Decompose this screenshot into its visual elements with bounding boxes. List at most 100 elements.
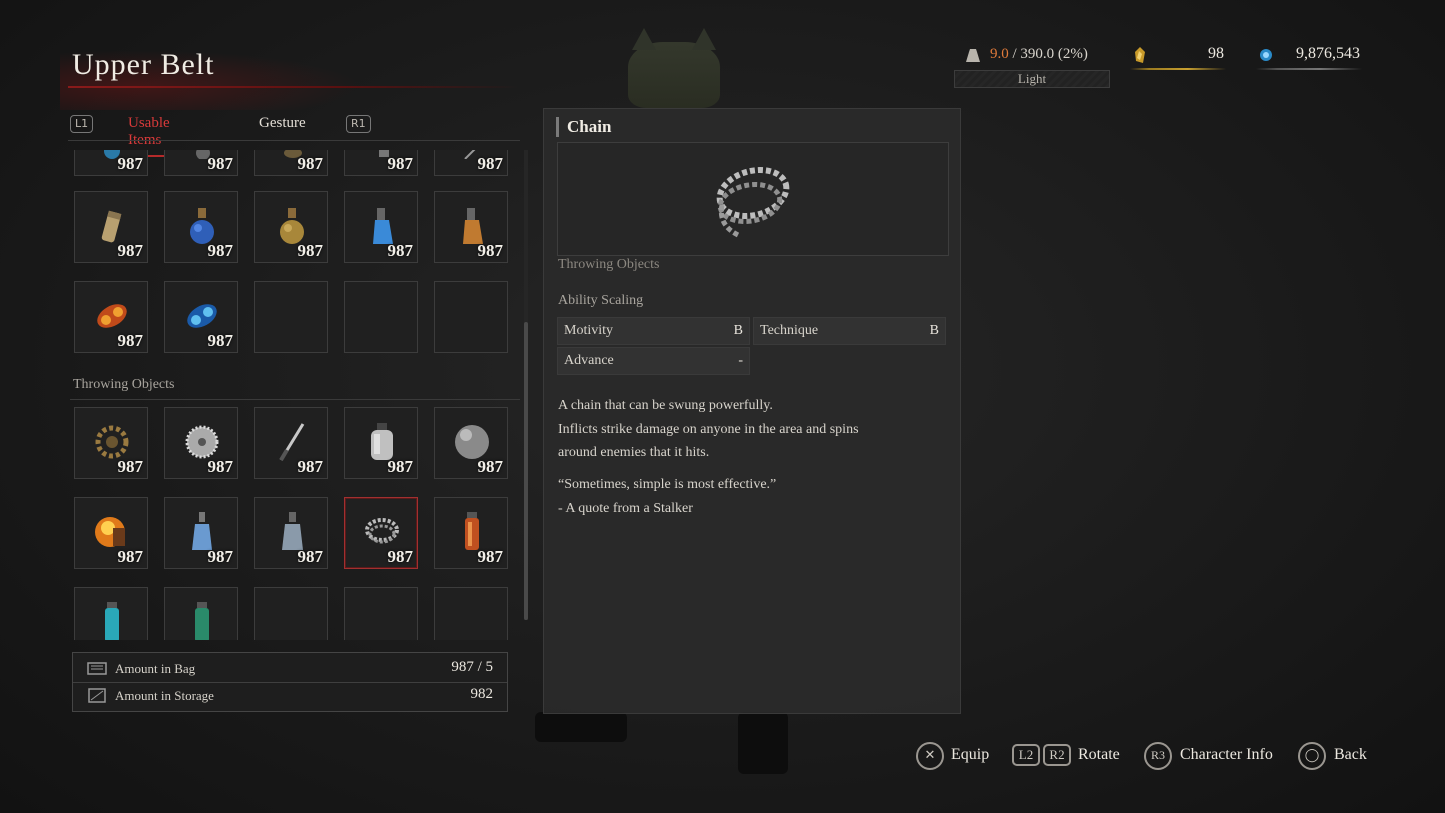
grid-scrollbar-thumb[interactable] (524, 322, 528, 620)
throwing-knife-icon (279, 423, 305, 462)
tab-usable-items[interactable]: Usable Items (122, 115, 176, 157)
stat-name: Motivity (564, 323, 614, 338)
circle-button-icon[interactable]: ◯ (1298, 742, 1326, 770)
saw-blade-icon (185, 425, 219, 459)
amount-in-bag-value: 987 / 5 (451, 659, 493, 675)
item-slot[interactable]: 987 (74, 281, 148, 353)
amber-flask-icon (280, 208, 304, 244)
empty-slot[interactable] (434, 281, 508, 353)
description-line: Inflicts strike damage on anyone in the … (558, 421, 859, 437)
section-label-throwing-objects: Throwing Objects (73, 377, 175, 392)
item-slot[interactable]: 987 (344, 407, 418, 479)
item-slot[interactable]: 987 (74, 150, 148, 176)
description-line: A chain that can be swung powerfully. (558, 398, 773, 413)
empty-slot[interactable] (254, 587, 328, 640)
weight-max: / 390.0 (2%) (1008, 46, 1088, 62)
page-title: Upper Belt (72, 48, 215, 81)
tab-gesture[interactable]: Gesture (259, 115, 306, 132)
item-count: 987 (387, 154, 414, 173)
item-slot[interactable]: 987 (164, 150, 238, 176)
chain-icon (365, 518, 399, 544)
empty-slot[interactable] (344, 281, 418, 353)
quote-line: “Sometimes, simple is most effective.” (558, 477, 777, 492)
empty-slot[interactable] (254, 281, 328, 353)
item-slot[interactable]: 987 (344, 191, 418, 263)
item-slot[interactable]: 987 (254, 497, 328, 569)
item-slot[interactable]: 987 (164, 497, 238, 569)
item-slot[interactable]: 987 (434, 191, 508, 263)
item-slot[interactable]: 987 (434, 497, 508, 569)
prompt-label: Equip (951, 746, 990, 763)
l1-button-hint[interactable]: L1 (70, 115, 94, 133)
gold-coin-icon (1135, 47, 1145, 63)
item-count: 987 (207, 457, 234, 476)
character-mask (628, 28, 720, 108)
item-count: 987 (297, 154, 324, 173)
stat-motivity: Motivity B (557, 317, 750, 345)
l2-button-icon[interactable]: L2 (1012, 744, 1040, 766)
amount-in-storage-value: 982 (470, 686, 494, 702)
item-count: 987 (477, 457, 504, 476)
item-slot[interactable]: 987 (434, 150, 508, 176)
item-slot[interactable]: 987 (254, 150, 328, 176)
tabs-divider (68, 140, 520, 141)
amount-in-storage-label: Amount in Storage (115, 688, 214, 703)
item-slot[interactable]: 987 (74, 407, 148, 479)
item-quote: “Sometimes, simple is most effective.” -… (558, 473, 776, 520)
amount-divider (73, 682, 507, 683)
stat-advance: Advance - (557, 347, 750, 375)
item-slot[interactable]: 987 (74, 191, 148, 263)
gold-coin-count: 98 (1208, 45, 1224, 62)
r2-button-icon[interactable]: R2 (1043, 744, 1071, 766)
stat-name: Advance (564, 353, 614, 368)
item-count: 987 (387, 457, 414, 476)
empty-slot[interactable] (434, 587, 508, 640)
item-count: 987 (207, 154, 234, 173)
item-slot-selected[interactable]: 987 (344, 497, 418, 569)
green-canister-icon (195, 602, 209, 640)
item-slot[interactable]: 987 (74, 497, 148, 569)
quote-line: - A quote from a Stalker (558, 500, 693, 516)
electric-cartridge-icon (187, 304, 217, 328)
item-grid: 987 987 987 987 987 987 987 987 987 987 … (70, 150, 520, 640)
ergo-underline (1256, 68, 1362, 70)
item-slot[interactable]: 987 (344, 150, 418, 176)
stat-grade: B (733, 323, 743, 338)
stat-grade: - (738, 353, 743, 368)
item-count: 987 (207, 331, 234, 350)
r1-button-hint[interactable]: R1 (346, 115, 371, 133)
stat-technique: Technique B (753, 317, 946, 345)
weight-current: 9.0 (990, 46, 1009, 62)
weight-class-badge: Light (954, 70, 1110, 88)
blue-bottle-icon (192, 512, 212, 550)
prompt-label: Rotate (1078, 746, 1120, 763)
item-slot[interactable]: 987 (164, 191, 238, 263)
ergo-count: 9,876,543 (1296, 45, 1360, 62)
item-category: Throwing Objects (558, 257, 660, 272)
item-count: 987 (117, 547, 144, 566)
blue-flask-icon (190, 208, 214, 244)
item-slot[interactable]: 987 (434, 407, 508, 479)
item-slot[interactable] (164, 587, 238, 640)
character-right-boot (738, 712, 788, 774)
red-canister-icon (465, 512, 479, 550)
character-left-boot (535, 712, 627, 742)
r3-button-icon[interactable]: R3 (1144, 742, 1172, 770)
empty-slot[interactable] (344, 587, 418, 640)
ability-scaling-label: Ability Scaling (558, 293, 644, 308)
item-slot[interactable]: 987 (254, 191, 328, 263)
item-count: 987 (387, 241, 414, 260)
item-detail-panel: Chain Throwing Objects Ability Scaling M… (543, 108, 961, 714)
stat-grade: B (929, 323, 939, 338)
item-slot[interactable]: 987 (164, 281, 238, 353)
item-count: 987 (297, 457, 324, 476)
cross-button-icon[interactable]: ✕ (916, 742, 944, 770)
item-slot[interactable]: 987 (164, 407, 238, 479)
jar-icon (371, 423, 393, 460)
amount-in-bag-label: Amount in Bag (115, 661, 196, 676)
item-slot[interactable] (74, 587, 148, 640)
item-slot[interactable]: 987 (254, 407, 328, 479)
weight-load: 9.0 / 390.0 (2%) (990, 46, 1088, 63)
item-count: 987 (117, 154, 144, 173)
ergo-icon (1260, 49, 1272, 61)
